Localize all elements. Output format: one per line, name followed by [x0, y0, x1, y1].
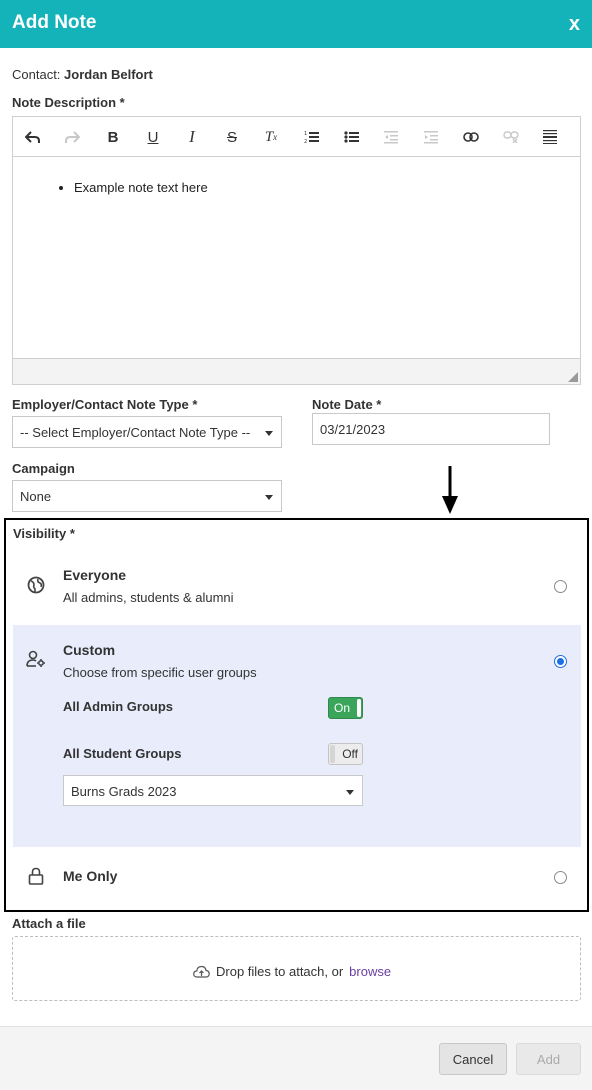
cancel-button[interactable]: Cancel: [439, 1043, 507, 1075]
toggle-state: On: [334, 701, 351, 715]
note-date-value: 03/21/2023: [320, 422, 386, 437]
campaign-label: Campaign: [12, 461, 75, 476]
admin-groups-toggle[interactable]: On: [328, 697, 363, 719]
arrow-down-icon: [442, 466, 458, 514]
unlink-icon[interactable]: [499, 127, 523, 147]
contact-line: Contact: Jordan Belfort: [12, 67, 153, 82]
note-date-label: Note Date *: [312, 397, 382, 412]
cloud-upload-icon: [193, 965, 210, 978]
option-description: All admins, students & alumni: [63, 590, 234, 605]
student-groups-toggle[interactable]: Off: [328, 743, 363, 765]
toggle-knob: [330, 745, 335, 763]
note-type-select[interactable]: -- Select Employer/Contact Note Type --: [12, 416, 282, 448]
note-bullet-list: Example note text here: [74, 180, 208, 195]
visibility-option-me-only[interactable]: Me Only: [13, 847, 581, 907]
editor-content[interactable]: Example note text here: [13, 158, 580, 358]
browse-link[interactable]: browse: [349, 964, 391, 979]
modal-title: Add Note: [12, 12, 97, 33]
user-settings-icon: [26, 650, 45, 667]
note-type-label: Employer/Contact Note Type *: [12, 397, 198, 412]
visibility-option-everyone[interactable]: Everyone All admins, students & alumni: [13, 550, 581, 625]
toggle-knob: [357, 699, 361, 717]
option-title: Custom: [63, 642, 116, 658]
note-description-label: Note Description *: [12, 95, 125, 110]
bold-icon[interactable]: B: [101, 127, 125, 147]
contact-prefix: Contact:: [12, 67, 61, 82]
visibility-label: Visibility *: [13, 526, 75, 541]
modal-header: Add Note x: [0, 0, 592, 48]
link-icon[interactable]: [459, 127, 483, 147]
globe-icon: [27, 576, 45, 594]
chevron-down-icon: [265, 431, 273, 436]
admin-groups-label: All Admin Groups: [63, 699, 174, 714]
indent-icon[interactable]: [419, 127, 443, 147]
toggle-state: Off: [342, 747, 358, 761]
redo-icon[interactable]: [60, 127, 84, 147]
campaign-value: None: [20, 489, 52, 504]
everyone-radio[interactable]: [554, 580, 567, 593]
remove-format-icon[interactable]: Tx: [259, 127, 283, 147]
svg-text:2: 2: [304, 139, 307, 144]
custom-radio[interactable]: [554, 655, 567, 668]
horizontal-rule-icon[interactable]: [538, 127, 562, 147]
editor-toolbar: B U I S Tx 12: [13, 117, 580, 157]
strikethrough-icon[interactable]: S: [220, 127, 244, 147]
attach-label: Attach a file: [12, 916, 86, 931]
visibility-option-custom[interactable]: Custom Choose from specific user groups …: [13, 625, 581, 847]
svg-text:1: 1: [304, 131, 307, 137]
note-bullet-item: Example note text here: [74, 180, 208, 195]
dropzone-text: Drop files to attach, or browse: [193, 964, 391, 979]
option-description: Choose from specific user groups: [63, 665, 257, 680]
contact-name: Jordan Belfort: [64, 67, 153, 82]
option-title: Everyone: [63, 567, 127, 583]
modal-footer: Cancel Add: [0, 1026, 592, 1090]
campaign-select[interactable]: None: [12, 480, 282, 512]
user-group-value: Burns Grads 2023: [71, 784, 177, 799]
undo-icon[interactable]: [21, 127, 45, 147]
chevron-down-icon: [346, 790, 354, 795]
underline-icon[interactable]: U: [141, 127, 165, 147]
option-title: Me Only: [63, 868, 118, 884]
bullet-list-icon[interactable]: [340, 127, 364, 147]
dropzone-label: Drop files to attach, or: [216, 964, 344, 979]
resize-handle-icon[interactable]: [568, 372, 578, 382]
italic-icon[interactable]: I: [180, 127, 204, 147]
outdent-icon[interactable]: [379, 127, 403, 147]
note-type-value: -- Select Employer/Contact Note Type --: [20, 425, 251, 440]
rich-text-editor: B U I S Tx 12 Example note text here: [12, 116, 581, 385]
user-group-select[interactable]: Burns Grads 2023: [63, 775, 363, 806]
add-button[interactable]: Add: [516, 1043, 581, 1075]
visibility-section: Visibility * Everyone All admins, studen…: [4, 518, 589, 912]
file-dropzone[interactable]: Drop files to attach, or browse: [12, 936, 581, 1001]
editor-statusbar: [13, 358, 580, 384]
me-only-radio[interactable]: [554, 871, 567, 884]
chevron-down-icon: [265, 495, 273, 500]
numbered-list-icon[interactable]: 12: [300, 127, 324, 147]
student-groups-label: All Student Groups: [63, 746, 182, 761]
lock-icon: [28, 867, 44, 885]
close-button[interactable]: x: [569, 13, 580, 36]
note-date-input[interactable]: 03/21/2023: [312, 413, 550, 445]
